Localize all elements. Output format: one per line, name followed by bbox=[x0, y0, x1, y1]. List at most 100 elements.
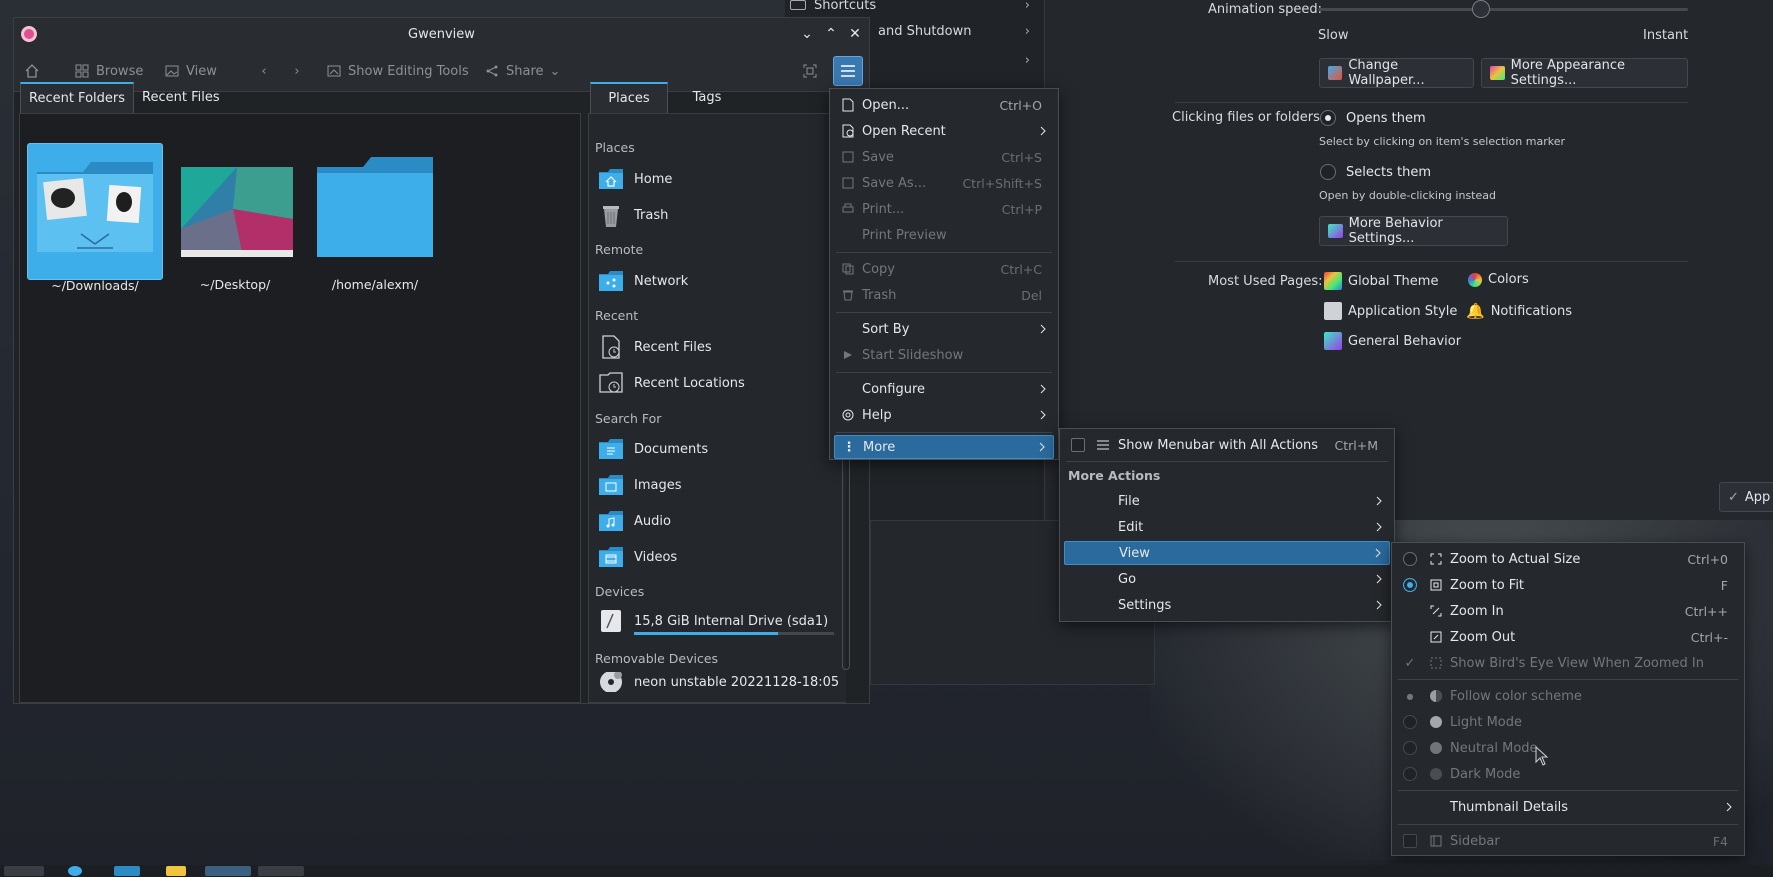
places-item-home[interactable]: Home bbox=[598, 164, 672, 194]
menu-item-settings[interactable]: Settings bbox=[1064, 593, 1390, 617]
images-folder-icon bbox=[598, 472, 624, 498]
tab-tags[interactable]: Tags bbox=[668, 82, 746, 113]
more-behavior-button[interactable]: More Behavior Settings... bbox=[1319, 216, 1508, 246]
browse-button[interactable]: Browse bbox=[74, 58, 143, 84]
places-item-trash[interactable]: Trash bbox=[598, 200, 668, 230]
taskbar-item[interactable] bbox=[68, 866, 82, 876]
menu-item-more[interactable]: ⋮ More bbox=[834, 435, 1054, 459]
share-button[interactable]: Share ⌄ bbox=[484, 58, 560, 84]
menu-item-file[interactable]: File bbox=[1064, 489, 1390, 513]
opens-them-radio[interactable]: Opens them bbox=[1320, 110, 1426, 126]
menu-item-follow-color-scheme[interactable]: ● Follow color scheme bbox=[1396, 684, 1740, 708]
checkbox-unchecked-icon bbox=[1402, 833, 1418, 849]
chevron-down-icon[interactable]: ⌄ bbox=[795, 18, 819, 50]
radio-on-icon bbox=[1320, 110, 1336, 126]
taskbar-item[interactable] bbox=[114, 866, 140, 876]
close-icon[interactable]: ✕ bbox=[843, 18, 867, 50]
menu-item-print-preview[interactable]: Print Preview bbox=[834, 223, 1054, 247]
menu-item-open[interactable]: Open... Ctrl+O bbox=[834, 93, 1054, 117]
general-behavior-link[interactable]: General Behavior bbox=[1324, 332, 1461, 350]
tab-places[interactable]: Places bbox=[590, 82, 668, 113]
menu-item-zoom-in[interactable]: Zoom In Ctrl++ bbox=[1396, 599, 1740, 623]
menu-item-configure[interactable]: Configure bbox=[834, 377, 1054, 401]
menu-item-save[interactable]: Save Ctrl+S bbox=[834, 145, 1054, 169]
places-item-network[interactable]: Network bbox=[598, 266, 688, 296]
maximize-icon[interactable]: ⌃ bbox=[819, 18, 843, 50]
appearance-icon bbox=[1490, 66, 1505, 80]
taskbar-item[interactable] bbox=[166, 866, 186, 876]
change-wallpaper-button[interactable]: Change Wallpaper... bbox=[1319, 58, 1474, 88]
drive-icon bbox=[598, 608, 624, 634]
places-item-documents[interactable]: Documents bbox=[598, 434, 708, 464]
colors-link[interactable]: Colors bbox=[1468, 272, 1529, 287]
menu-item-label: Start Slideshow bbox=[862, 347, 964, 363]
taskbar-item[interactable] bbox=[258, 866, 304, 876]
tab-label: Places bbox=[608, 91, 650, 106]
next-button[interactable]: › bbox=[289, 58, 305, 84]
tab-recent-files[interactable]: Recent Files bbox=[134, 82, 228, 113]
menu-item-neutral-mode[interactable]: Neutral Mode bbox=[1396, 736, 1740, 760]
menu-item-light-mode[interactable]: Light Mode bbox=[1396, 710, 1740, 734]
menu-item-birds-eye[interactable]: ✓ Show Bird's Eye View When Zoomed In bbox=[1396, 651, 1740, 675]
mouse-cursor-icon bbox=[1535, 746, 1549, 766]
menu-item-print[interactable]: Print... Ctrl+P bbox=[834, 197, 1054, 221]
menu-item-sidebar[interactable]: Sidebar F4 bbox=[1396, 829, 1740, 853]
sidebar-item-shortcuts[interactable]: Shortcuts › bbox=[790, 0, 1030, 17]
menu-item-trash[interactable]: Trash Del bbox=[834, 283, 1054, 307]
chevron-right-icon: › bbox=[1024, 52, 1030, 68]
places-item-recent-files[interactable]: Recent Files bbox=[598, 332, 712, 362]
apply-button[interactable]: ✓ App bbox=[1719, 482, 1773, 512]
notifications-link[interactable]: 🔔 Notifications bbox=[1466, 302, 1572, 320]
previous-button[interactable]: ‹ bbox=[256, 58, 272, 84]
menu-item-copy[interactable]: Copy Ctrl+C bbox=[834, 257, 1054, 281]
show-editing-tools-button[interactable]: Show Editing Tools bbox=[326, 58, 469, 84]
menu-item-label: Go bbox=[1118, 571, 1137, 587]
application-style-link[interactable]: Application Style bbox=[1324, 302, 1457, 320]
places-item-videos[interactable]: Videos bbox=[598, 542, 677, 572]
devices-heading: Devices bbox=[595, 584, 645, 599]
animation-speed-handle[interactable] bbox=[1471, 0, 1490, 18]
colors-icon bbox=[1468, 272, 1482, 287]
menu-item-shortcut: Ctrl+Shift+S bbox=[962, 175, 1042, 191]
share-icon bbox=[484, 63, 500, 79]
tab-recent-folders[interactable]: Recent Folders bbox=[20, 82, 135, 113]
places-item-removable[interactable]: neon unstable 20221128-18:05 bbox=[598, 672, 839, 692]
menu-item-sort-by[interactable]: Sort By bbox=[834, 317, 1054, 341]
selects-them-radio[interactable]: Selects them bbox=[1320, 164, 1431, 180]
menu-item-zoom-out[interactable]: Zoom Out Ctrl+- bbox=[1396, 625, 1740, 649]
home-button[interactable] bbox=[24, 58, 40, 84]
menu-item-zoom-fit[interactable]: Zoom to Fit F bbox=[1396, 573, 1740, 597]
clicking-label: Clicking files or folders: bbox=[1172, 110, 1325, 125]
menu-item-thumbnail-details[interactable]: Thumbnail Details bbox=[1396, 795, 1740, 819]
folder-item-downloads[interactable]: ~/Downloads/ bbox=[27, 143, 163, 293]
places-item-recent-locations[interactable]: Recent Locations bbox=[598, 368, 745, 398]
menu-item-save-as[interactable]: Save As... Ctrl+Shift+S bbox=[834, 171, 1054, 195]
menu-item-help[interactable]: Help bbox=[834, 403, 1054, 427]
menu-item-go[interactable]: Go bbox=[1064, 567, 1390, 591]
image-icon bbox=[164, 63, 180, 79]
view-button[interactable]: View bbox=[164, 58, 217, 84]
view-label: View bbox=[186, 63, 217, 79]
menu-item-dark-mode[interactable]: Dark Mode bbox=[1396, 762, 1740, 786]
taskbar-item[interactable] bbox=[4, 866, 44, 876]
folder-label: /home/alexm/ bbox=[331, 277, 419, 292]
places-item-images[interactable]: Images bbox=[598, 470, 682, 500]
menu-item-start-slideshow[interactable]: Start Slideshow bbox=[834, 343, 1054, 367]
global-theme-link[interactable]: Global Theme bbox=[1324, 272, 1438, 290]
folder-item-home[interactable]: /home/alexm/ bbox=[307, 143, 443, 292]
animation-speed-slider[interactable] bbox=[1318, 8, 1688, 11]
folder-item-desktop[interactable]: ~/Desktop/ bbox=[167, 143, 303, 292]
menu-item-zoom-actual[interactable]: Zoom to Actual Size Ctrl+0 bbox=[1396, 547, 1740, 571]
title-bar[interactable]: Gwenview ⌄ ⌃ ✕ bbox=[14, 18, 869, 50]
menu-item-label: More bbox=[863, 439, 896, 455]
menu-item-open-recent[interactable]: Open Recent bbox=[834, 119, 1054, 143]
places-item-audio[interactable]: Audio bbox=[598, 506, 671, 536]
menu-item-view[interactable]: View bbox=[1064, 541, 1390, 565]
menu-item-edit[interactable]: Edit bbox=[1064, 515, 1390, 539]
places-item-label: Network bbox=[634, 273, 689, 289]
hamburger-menu-button[interactable] bbox=[833, 56, 863, 86]
more-appearance-button[interactable]: More Appearance Settings... bbox=[1481, 58, 1688, 88]
menu-item-show-menubar[interactable]: Show Menubar with All Actions Ctrl+M bbox=[1064, 433, 1390, 457]
taskbar-item-gwenview[interactable] bbox=[205, 866, 251, 876]
fullscreen-button[interactable] bbox=[802, 58, 818, 84]
